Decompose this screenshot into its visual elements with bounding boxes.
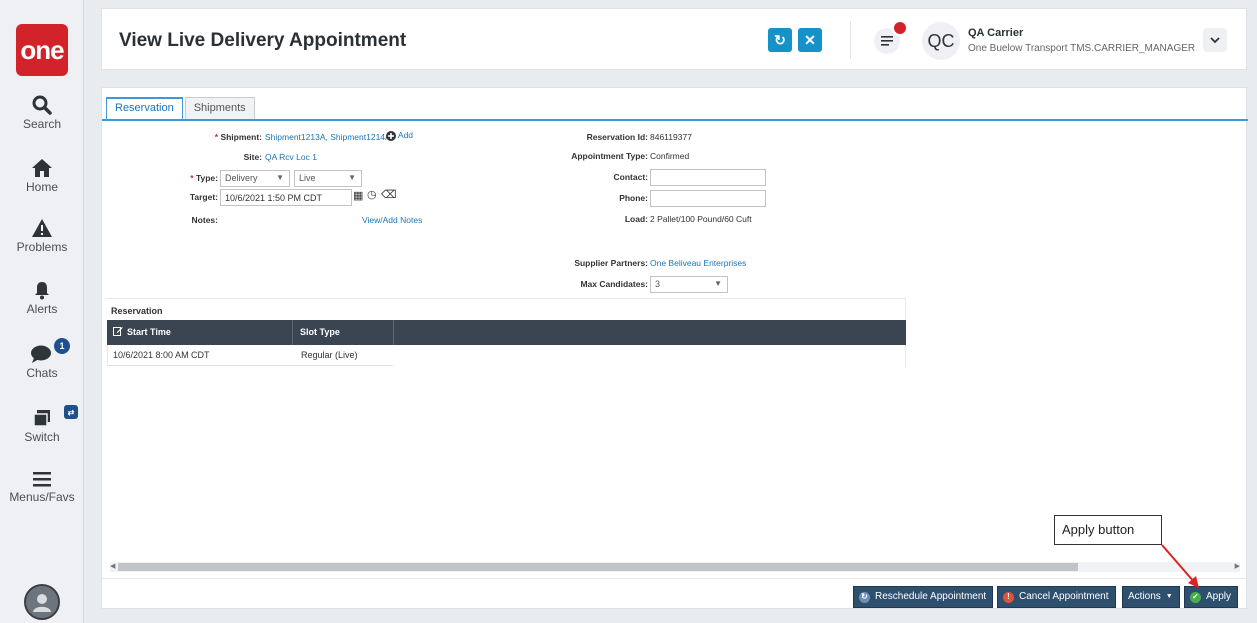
user-initials-avatar[interactable]: QC bbox=[922, 22, 960, 60]
notes-label: Notes: bbox=[191, 215, 218, 225]
edit-icon bbox=[113, 327, 123, 336]
switch-arrows-icon: ⇄ bbox=[64, 405, 78, 419]
plus-circle-icon bbox=[386, 130, 396, 141]
reschedule-icon: ↻ bbox=[859, 591, 870, 603]
supplier-partners-link[interactable]: One Beliveau Enterprises bbox=[650, 258, 746, 268]
shipment-link[interactable]: Shipment1213A, Shipment1214A bbox=[265, 132, 391, 142]
column-header-start-time[interactable]: Start Time bbox=[107, 320, 292, 345]
shipment-label: * Shipment: bbox=[214, 132, 262, 142]
reservation-id-value: 846119377 bbox=[650, 132, 692, 142]
scroll-right-icon[interactable]: ▶ bbox=[1235, 562, 1240, 572]
column-header-slot-type[interactable]: Slot Type bbox=[292, 320, 393, 345]
reservation-id-label: Reservation Id: bbox=[586, 132, 648, 142]
add-shipment-button[interactable]: Add bbox=[386, 130, 413, 141]
table-row[interactable]: 10/6/2021 8:00 AM CDT Regular (Live) bbox=[107, 345, 393, 366]
nav-alerts[interactable]: Alerts bbox=[0, 280, 84, 316]
type-select[interactable]: Delivery ▼ bbox=[220, 170, 290, 187]
calendar-icon[interactable]: ▦ bbox=[353, 189, 363, 202]
chevron-down-icon: ▼ bbox=[714, 279, 722, 288]
chats-count-badge: 1 bbox=[54, 338, 70, 354]
clock-icon[interactable]: ◷ bbox=[367, 188, 377, 201]
page-header: View Live Delivery Appointment ↻ ✕ QC QA… bbox=[101, 8, 1247, 70]
chevron-down-icon: ▼ bbox=[348, 173, 356, 182]
search-icon bbox=[32, 95, 52, 115]
notification-star-badge bbox=[892, 20, 908, 36]
mode-select[interactable]: Live ▼ bbox=[294, 170, 362, 187]
chat-icon bbox=[31, 345, 51, 363]
check-icon: ✓ bbox=[1190, 591, 1201, 603]
site-link[interactable]: QA Rcv Loc 1 bbox=[265, 152, 317, 162]
user-menu-dropdown[interactable] bbox=[1203, 28, 1227, 52]
app-logo[interactable]: one bbox=[16, 24, 68, 76]
supplier-partners-label: Supplier Partners: bbox=[574, 258, 648, 268]
view-add-notes-link[interactable]: View/Add Notes bbox=[362, 215, 422, 225]
switch-icon bbox=[33, 410, 50, 427]
tab-reservation[interactable]: Reservation bbox=[106, 97, 183, 119]
cancel-appointment-button[interactable]: ! Cancel Appointment bbox=[997, 586, 1116, 608]
refresh-icon: ↻ bbox=[774, 31, 786, 48]
cell-slot-type: Regular (Live) bbox=[301, 350, 358, 360]
scroll-left-icon[interactable]: ◀ bbox=[110, 562, 115, 572]
max-candidates-label: Max Candidates: bbox=[580, 279, 648, 289]
alert-icon: ! bbox=[1003, 591, 1014, 603]
contact-label: Contact: bbox=[613, 172, 648, 182]
site-label: Site: bbox=[243, 152, 262, 162]
clear-brush-icon[interactable]: ⌫ bbox=[381, 188, 397, 201]
section-divider bbox=[106, 298, 906, 299]
scrollbar-thumb[interactable] bbox=[118, 563, 1078, 571]
nav-chats[interactable]: Chats bbox=[0, 344, 84, 380]
load-value: 2 Pallet/100 Pound/60 Cuft bbox=[650, 214, 752, 224]
appointment-type-label: Appointment Type: bbox=[571, 151, 648, 161]
reschedule-appointment-button[interactable]: ↻ Reschedule Appointment bbox=[853, 586, 994, 608]
page-title: View Live Delivery Appointment bbox=[119, 30, 407, 51]
refresh-button[interactable]: ↻ bbox=[768, 28, 792, 52]
column-separator bbox=[393, 320, 394, 345]
left-nav: one Search Home Problems Alerts Chats 1 … bbox=[0, 0, 84, 623]
tab-underline bbox=[102, 119, 1248, 121]
nav-home[interactable]: Home bbox=[0, 158, 84, 194]
nav-problems[interactable]: Problems bbox=[0, 218, 84, 254]
person-icon bbox=[33, 594, 51, 612]
contact-input[interactable] bbox=[650, 169, 766, 186]
nav-search[interactable]: Search bbox=[0, 95, 84, 131]
warning-icon bbox=[32, 219, 52, 237]
user-name: QA Carrier bbox=[968, 27, 1024, 39]
header-divider bbox=[850, 21, 851, 59]
reservation-section-title: Reservation bbox=[111, 306, 163, 316]
hamburger-icon bbox=[33, 472, 51, 487]
footer-toolbar: ↻ Reschedule Appointment ! Cancel Appointm… bbox=[102, 578, 1246, 608]
max-candidates-select[interactable]: 3 ▼ bbox=[650, 276, 728, 293]
appointment-type-value: Confirmed bbox=[650, 151, 690, 161]
type-label: * Type: bbox=[190, 173, 218, 183]
target-label: Target: bbox=[189, 192, 218, 202]
user-avatar-icon[interactable] bbox=[24, 584, 60, 620]
cell-start-time: 10/6/2021 8:00 AM CDT bbox=[113, 350, 210, 360]
target-datetime-input[interactable] bbox=[220, 189, 352, 206]
tab-shipments[interactable]: Shipments bbox=[184, 97, 255, 119]
phone-label: Phone: bbox=[619, 193, 648, 203]
bell-icon bbox=[35, 282, 49, 300]
horizontal-scrollbar[interactable]: ◀ ▶ bbox=[110, 562, 1240, 572]
nav-menus-favs[interactable]: Menus/Favs bbox=[0, 470, 84, 504]
callout-arrow-icon bbox=[1161, 544, 1199, 588]
user-role: One Buelow Transport TMS.CARRIER_MANAGER bbox=[968, 43, 1196, 54]
chevron-down-icon bbox=[1210, 36, 1220, 43]
tab-bar: Reservation Shipments bbox=[106, 97, 257, 119]
home-icon bbox=[32, 159, 52, 177]
apply-button-callout: Apply button bbox=[1054, 515, 1162, 545]
chevron-down-icon: ▼ bbox=[276, 173, 284, 182]
close-icon: ✕ bbox=[804, 31, 816, 48]
reservation-grid-header: Start Time Slot Type bbox=[107, 320, 906, 345]
menu-lines-icon bbox=[881, 36, 893, 46]
close-button[interactable]: ✕ bbox=[798, 28, 822, 52]
load-label: Load: bbox=[624, 214, 648, 224]
phone-input[interactable] bbox=[650, 190, 766, 207]
